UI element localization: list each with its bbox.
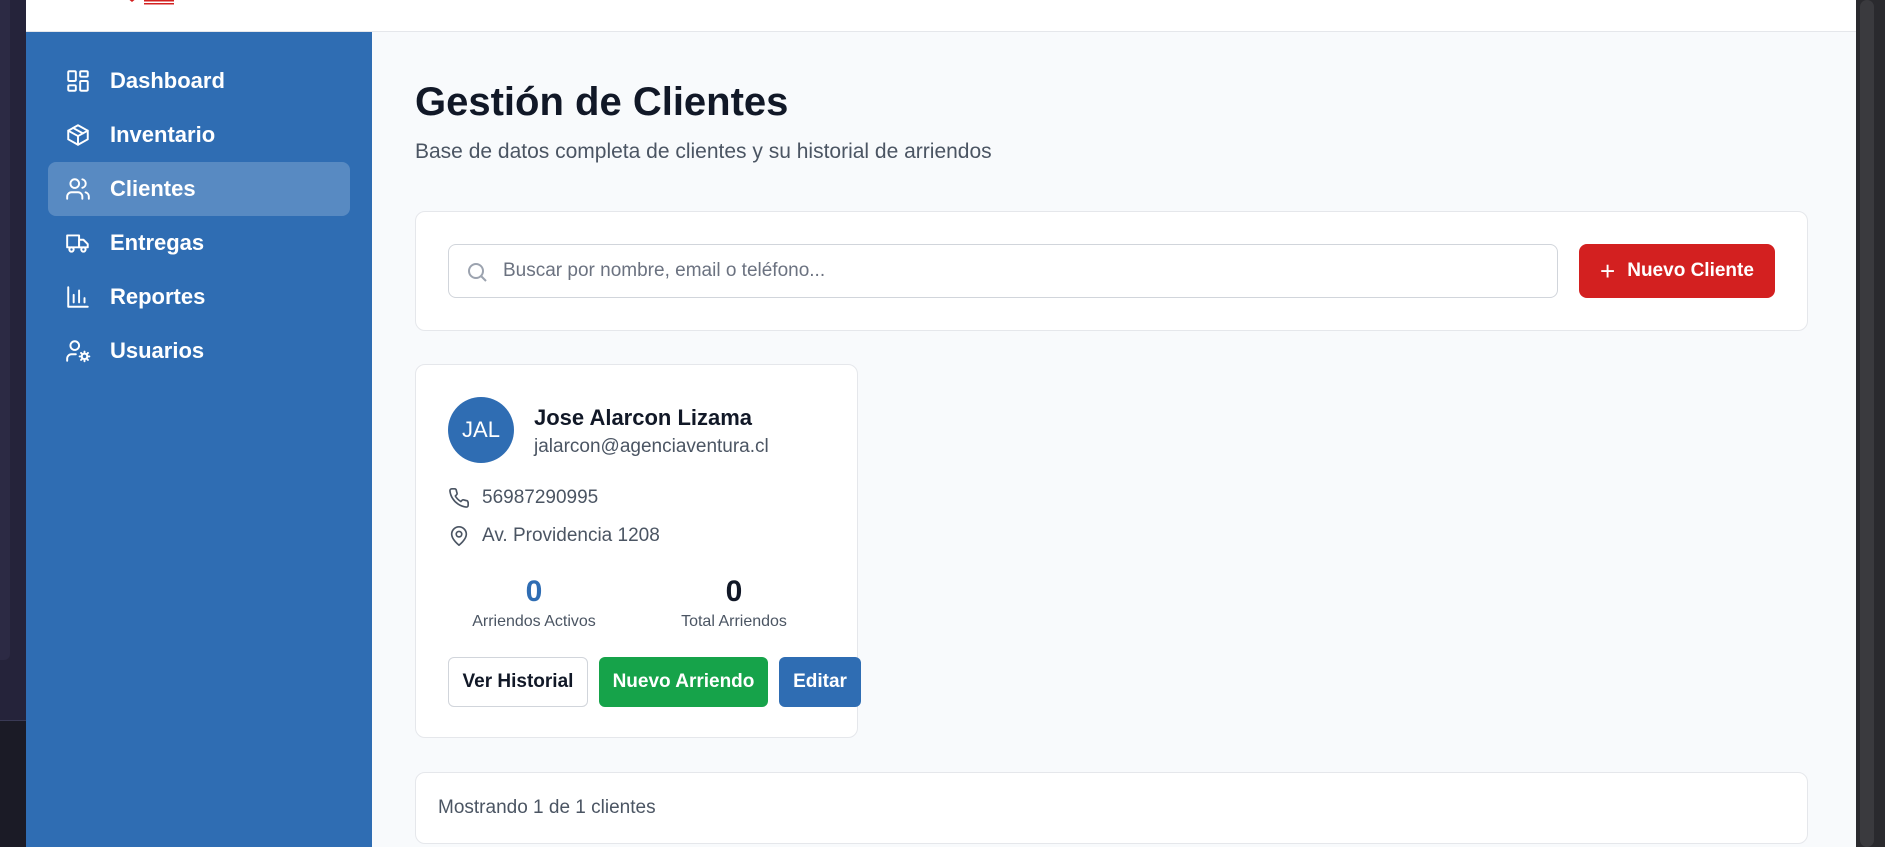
new-client-label: Nuevo Cliente <box>1627 260 1754 281</box>
client-address: Av. Providencia 1208 <box>482 525 660 546</box>
sidebar: Dashboard Inventario Clientes Entregas R… <box>26 32 372 847</box>
sidebar-item-entregas[interactable]: Entregas <box>48 216 350 270</box>
total-rentals-stat: 0 Total Arriendos <box>634 575 834 631</box>
client-phone-row: 56987290995 <box>448 487 598 509</box>
phone-icon <box>448 487 470 509</box>
sidebar-item-label: Clientes <box>110 176 196 201</box>
client-email: jalarcon@agenciaventura.cl <box>534 436 769 457</box>
active-rentals-stat: 0 Arriendos Activos <box>434 575 634 631</box>
search-icon <box>465 260 489 284</box>
client-card: JAL Jose Alarcon Lizama jalarcon@agencia… <box>415 364 861 738</box>
results-summary-text: Mostrando 1 de 1 clientes <box>438 797 656 818</box>
truck-icon <box>64 229 92 257</box>
total-rentals-label: Total Arriendos <box>681 613 787 630</box>
bar-chart-icon <box>64 283 92 311</box>
search-panel: + Nuevo Cliente <box>415 211 1808 331</box>
sidebar-item-reportes[interactable]: Reportes <box>48 270 350 324</box>
sidebar-item-clientes[interactable]: Clientes <box>48 162 350 216</box>
sidebar-item-dashboard[interactable]: Dashboard <box>48 54 350 108</box>
sidebar-item-label: Reportes <box>110 284 206 309</box>
browser-scrollbar-thumb[interactable] <box>1860 0 1874 847</box>
main-content: Gestión de Clientes Base de datos comple… <box>372 32 1856 847</box>
sidebar-item-label: Usuarios <box>110 338 205 363</box>
sidebar-item-inventario[interactable]: Inventario <box>48 108 350 162</box>
active-rentals-label: Arriendos Activos <box>472 613 596 630</box>
new-rental-button[interactable]: Nuevo Arriendo <box>599 657 768 707</box>
dashboard-icon <box>64 67 92 95</box>
avatar: JAL <box>448 397 514 463</box>
sidebar-item-usuarios[interactable]: Usuarios <box>48 324 350 378</box>
app-window: Dashboard Inventario Clientes Entregas R… <box>26 0 1856 847</box>
sidebar-item-label: Entregas <box>110 230 205 255</box>
search-field-wrapper[interactable] <box>448 244 1558 298</box>
page-title: Gestión de Clientes <box>415 80 789 124</box>
background-window-panel-lower <box>0 720 26 847</box>
new-client-button[interactable]: + Nuevo Cliente <box>1579 244 1775 298</box>
user-cog-icon <box>64 337 92 365</box>
search-input[interactable] <box>503 245 1557 297</box>
results-summary: Mostrando 1 de 1 clientes <box>415 772 1808 844</box>
background-window-panel <box>0 0 10 660</box>
logo-icon <box>129 0 174 5</box>
page-subtitle: Base de datos completa de clientes y su … <box>415 140 992 163</box>
sidebar-item-label: Inventario <box>110 122 216 147</box>
client-address-row: Av. Providencia 1208 <box>448 525 660 547</box>
sidebar-item-label: Dashboard <box>110 68 225 93</box>
client-phone: 56987290995 <box>482 487 599 508</box>
top-bar <box>26 0 1856 32</box>
active-rentals-count: 0 <box>525 575 543 608</box>
map-pin-icon <box>448 525 470 547</box>
edit-client-button[interactable]: Editar <box>779 657 861 707</box>
package-icon <box>64 121 92 149</box>
browser-scrollbar-track[interactable] <box>1856 0 1885 847</box>
background-window-left <box>0 0 26 847</box>
total-rentals-count: 0 <box>725 575 743 608</box>
view-history-button[interactable]: Ver Historial <box>448 657 588 707</box>
plus-icon: + <box>1600 256 1616 286</box>
client-name: Jose Alarcon Lizama <box>534 405 753 430</box>
users-icon <box>64 175 92 203</box>
